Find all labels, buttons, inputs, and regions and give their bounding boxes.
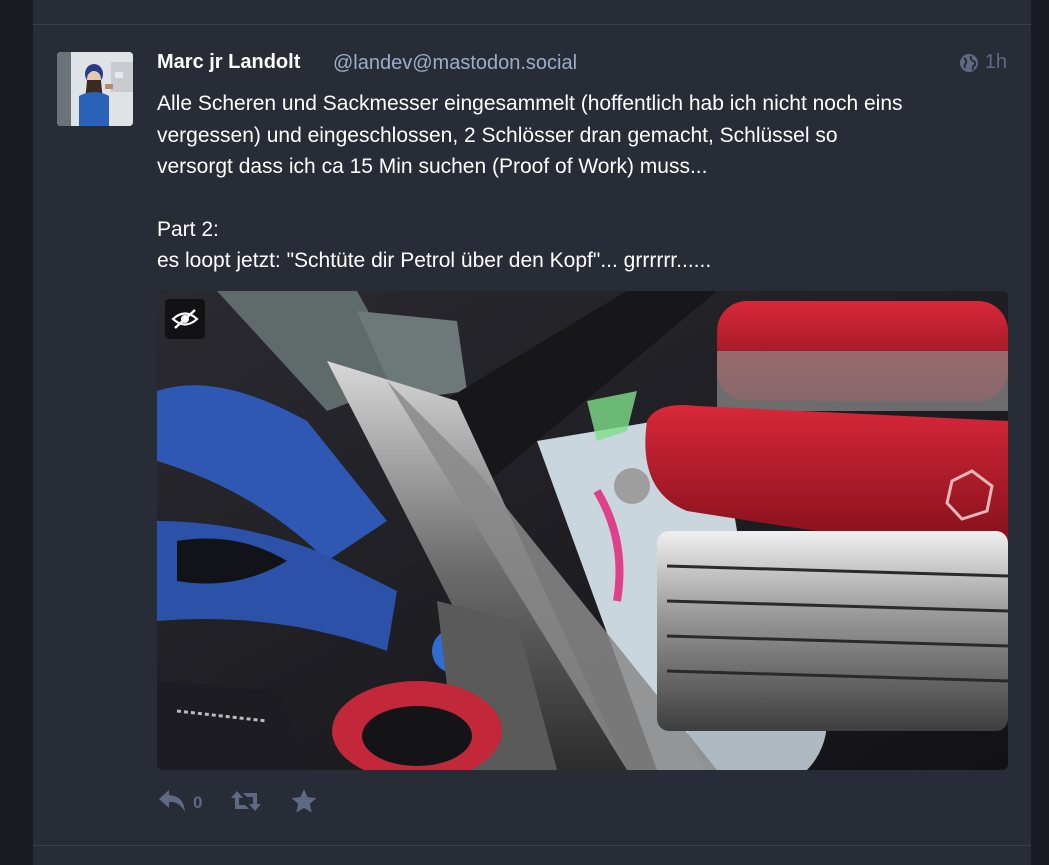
boost-button[interactable] [230, 789, 262, 818]
timeline-column: Marc jr Landolt @landev@mastodon.social … [33, 0, 1031, 865]
status-action-bar: 0 [157, 786, 346, 820]
divider [33, 845, 1031, 846]
status-meta: 1h [959, 51, 1007, 74]
avatar[interactable] [57, 52, 133, 126]
star-icon [290, 788, 318, 819]
display-name[interactable]: Marc jr Landolt [157, 51, 300, 74]
timestamp[interactable]: 1h [985, 51, 1007, 74]
content-line: versorgt dass ich ca 15 Min suchen (Proo… [157, 155, 708, 178]
globe-icon [959, 53, 979, 73]
hide-media-button[interactable] [165, 299, 205, 339]
reply-count: 0 [193, 793, 203, 812]
status-content: Alle Scheren und Sackmesser eingesammelt… [157, 88, 1017, 277]
content-line: Part 2: [157, 217, 219, 241]
eye-slash-icon [171, 308, 199, 330]
reply-icon [157, 788, 187, 819]
divider [33, 24, 1031, 25]
paragraph: Part 2: es loopt jetzt: "Schtüte dir Pet… [157, 214, 1017, 277]
reply-button[interactable]: 0 [157, 788, 202, 819]
favourite-button[interactable] [290, 788, 318, 819]
account-handle[interactable]: @landev@mastodon.social [333, 52, 577, 75]
media-image[interactable] [157, 291, 1008, 770]
content-line: vergessen) und eingeschlossen, 2 Schlöss… [157, 123, 838, 147]
retweet-icon [230, 789, 262, 818]
content-line: es loopt jetzt: "Schtüte dir Petrol über… [157, 249, 712, 272]
paragraph: Alle Scheren und Sackmesser eingesammelt… [157, 88, 1017, 183]
content-line: Alle Scheren und Sackmesser eingesammelt… [157, 92, 903, 115]
